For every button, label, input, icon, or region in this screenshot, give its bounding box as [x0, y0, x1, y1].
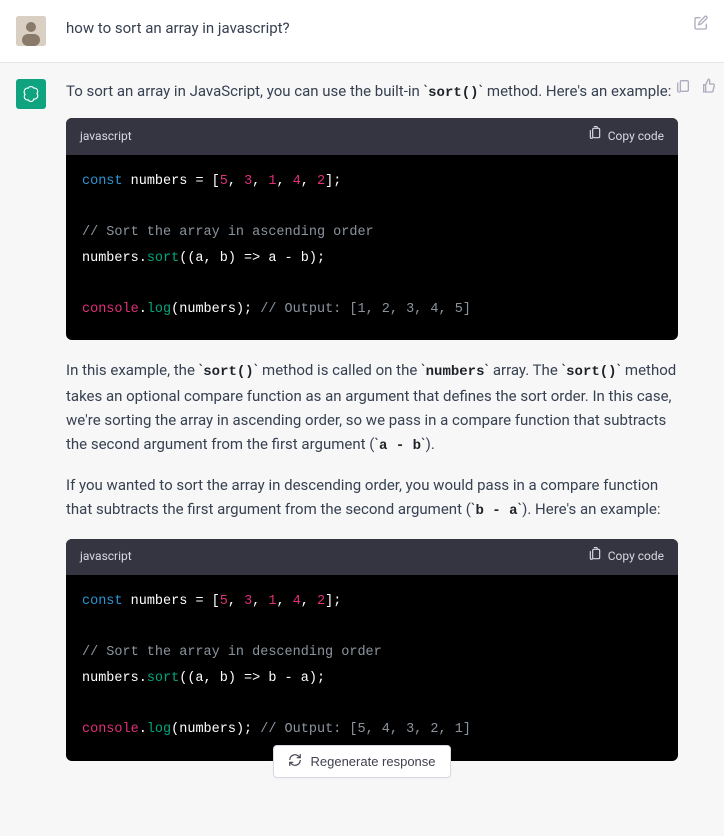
assistant-message: To sort an array in JavaScript, you can … — [0, 62, 724, 836]
edit-icon[interactable] — [692, 14, 710, 32]
clipboard-icon — [588, 126, 602, 146]
explain-paragraph-1: In this example, the `sort()` method is … — [66, 358, 678, 457]
user-avatar — [16, 16, 46, 46]
assistant-content: To sort an array in JavaScript, you can … — [66, 79, 708, 779]
regenerate-button[interactable]: Regenerate response — [273, 745, 450, 778]
intro-paragraph: To sort an array in JavaScript, you can … — [66, 79, 678, 104]
thumbs-up-icon[interactable] — [700, 77, 718, 95]
intro-suffix: method. Here's an example: — [483, 82, 671, 100]
user-question-text: how to sort an array in javascript? — [66, 19, 290, 37]
regenerate-container: Regenerate response — [0, 745, 724, 780]
code-header-2: javascript Copy code — [66, 539, 678, 575]
regenerate-label: Regenerate response — [310, 754, 435, 769]
assistant-avatar — [16, 79, 46, 109]
copy-code-label: Copy code — [608, 127, 664, 146]
code-content-1[interactable]: const numbers = [5, 3, 1, 4, 2]; // Sort… — [66, 155, 678, 341]
copy-code-label: Copy code — [608, 547, 664, 566]
code-lang-label: javascript — [80, 547, 132, 566]
intro-prefix: To sort an array in JavaScript, you can … — [66, 82, 424, 100]
code-block-2: javascript Copy code const numbers = [5,… — [66, 539, 678, 761]
user-actions — [692, 14, 710, 32]
copy-code-button[interactable]: Copy code — [588, 126, 664, 146]
assistant-actions — [674, 77, 718, 95]
refresh-icon — [288, 753, 302, 770]
intro-inline-code: sort() — [428, 85, 478, 101]
user-content: how to sort an array in javascript? — [66, 16, 708, 46]
code-content-2[interactable]: const numbers = [5, 3, 1, 4, 2]; // Sort… — [66, 575, 678, 761]
code-block-1: javascript Copy code const numbers = [5,… — [66, 118, 678, 340]
copy-icon[interactable] — [674, 77, 692, 95]
code-lang-label: javascript — [80, 127, 132, 146]
copy-code-button[interactable]: Copy code — [588, 547, 664, 567]
clipboard-icon — [588, 547, 602, 567]
explain-paragraph-2: If you wanted to sort the array in desce… — [66, 473, 678, 522]
user-message: how to sort an array in javascript? — [0, 0, 724, 62]
code-header-1: javascript Copy code — [66, 118, 678, 154]
